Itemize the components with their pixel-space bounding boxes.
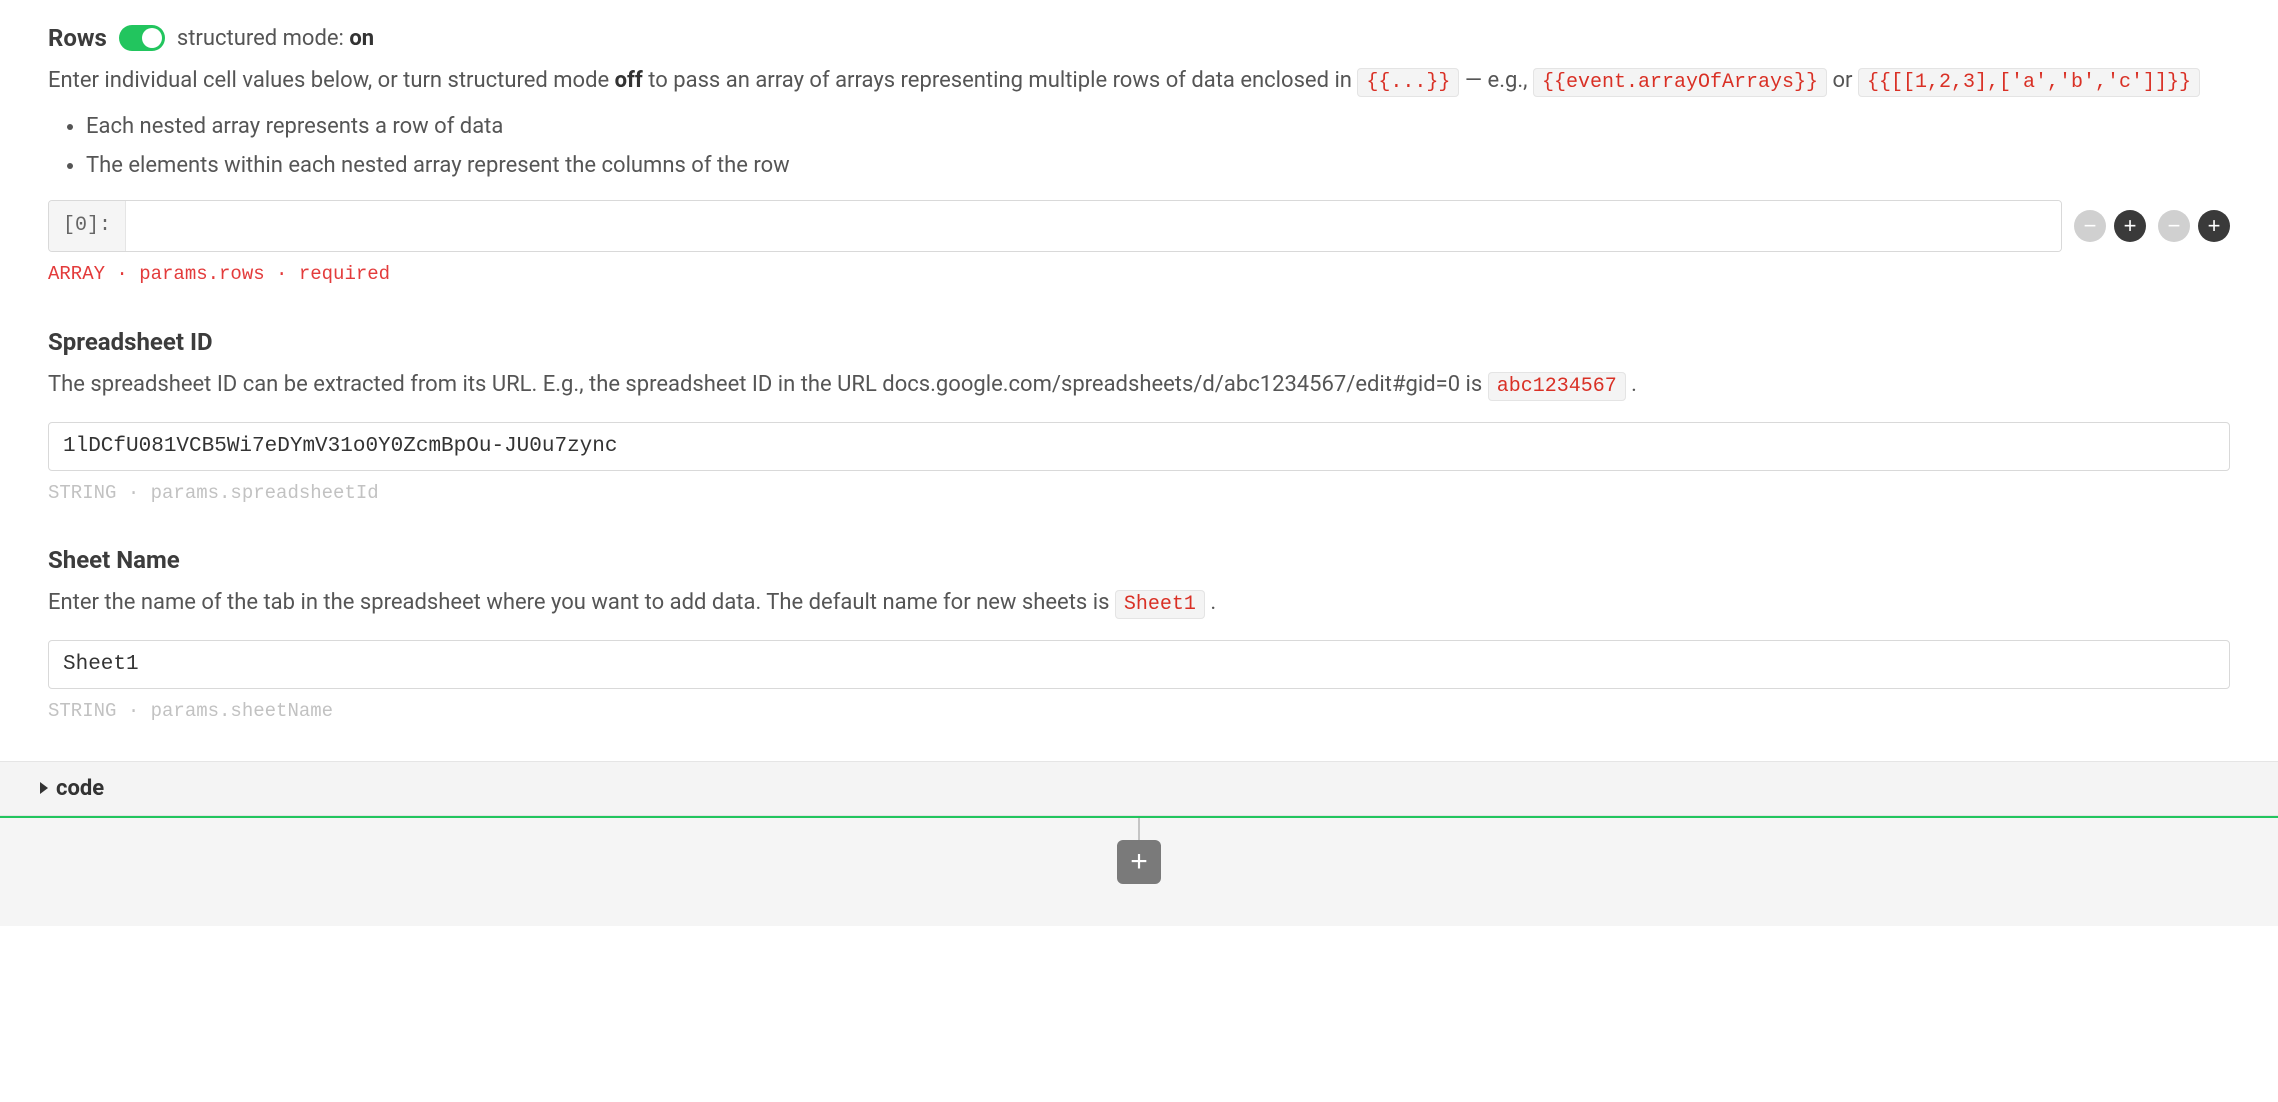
- code-spreadsheet-example-id: abc1234567: [1488, 372, 1626, 401]
- sheet-name-field: Sheet Name Enter the name of the tab in …: [48, 542, 2230, 726]
- caret-right-icon: [40, 782, 48, 794]
- row-buttons: − +: [2158, 210, 2230, 242]
- rows-field: Rows structured mode: on Enter individua…: [48, 20, 2230, 289]
- rows-description: Enter individual cell values below, or t…: [48, 64, 2230, 98]
- add-row-button[interactable]: +: [2198, 210, 2230, 242]
- rows-label: Rows: [48, 20, 107, 56]
- workflow-canvas: +: [0, 816, 2278, 926]
- sheet-name-description: Enter the name of the tab in the spreads…: [48, 586, 2230, 620]
- spreadsheet-id-description: The spreadsheet ID can be extracted from…: [48, 368, 2230, 402]
- code-example-literal: {{[[1,2,3],['a','b','c']]}}: [1858, 68, 2200, 97]
- code-expand-label: code: [56, 772, 104, 805]
- remove-cell-button[interactable]: −: [2074, 210, 2106, 242]
- row-input-wrap: [0]: − + − +: [48, 200, 2230, 252]
- spreadsheet-id-meta: STRING · params.spreadsheetId: [48, 479, 2230, 508]
- add-cell-button[interactable]: +: [2114, 210, 2146, 242]
- sheet-name-meta: STRING · params.sheetName: [48, 697, 2230, 726]
- sheet-name-label: Sheet Name: [48, 542, 2230, 578]
- structured-mode-toggle[interactable]: [119, 25, 165, 51]
- structured-mode-label: structured mode: on: [177, 22, 374, 55]
- cell-buttons: − +: [2074, 210, 2146, 242]
- rows-meta: ARRAY · params.rows · required: [48, 260, 2230, 289]
- spreadsheet-id-field: Spreadsheet ID The spreadsheet ID can be…: [48, 324, 2230, 508]
- toggle-knob: [142, 28, 162, 48]
- row-input-container: [0]:: [48, 200, 2062, 252]
- code-default-sheet-name: Sheet1: [1115, 590, 1205, 619]
- code-placeholder-syntax: {{...}}: [1357, 68, 1459, 97]
- code-example-variable: {{event.arrayOfArrays}}: [1533, 68, 1827, 97]
- connector-line: [1138, 818, 1140, 840]
- row-index-label: [0]:: [49, 201, 126, 251]
- spreadsheet-id-label: Spreadsheet ID: [48, 324, 2230, 360]
- list-item: The elements within each nested array re…: [86, 149, 2230, 182]
- add-step-button[interactable]: +: [1117, 840, 1161, 884]
- spreadsheet-id-input[interactable]: [48, 422, 2230, 471]
- row-value-input[interactable]: [126, 201, 2061, 251]
- remove-row-button[interactable]: −: [2158, 210, 2190, 242]
- sheet-name-input[interactable]: [48, 640, 2230, 689]
- list-item: Each nested array represents a row of da…: [86, 110, 2230, 143]
- rows-description-list: Each nested array represents a row of da…: [48, 110, 2230, 182]
- code-expand-section[interactable]: code: [0, 761, 2278, 816]
- rows-header: Rows structured mode: on: [48, 20, 2230, 56]
